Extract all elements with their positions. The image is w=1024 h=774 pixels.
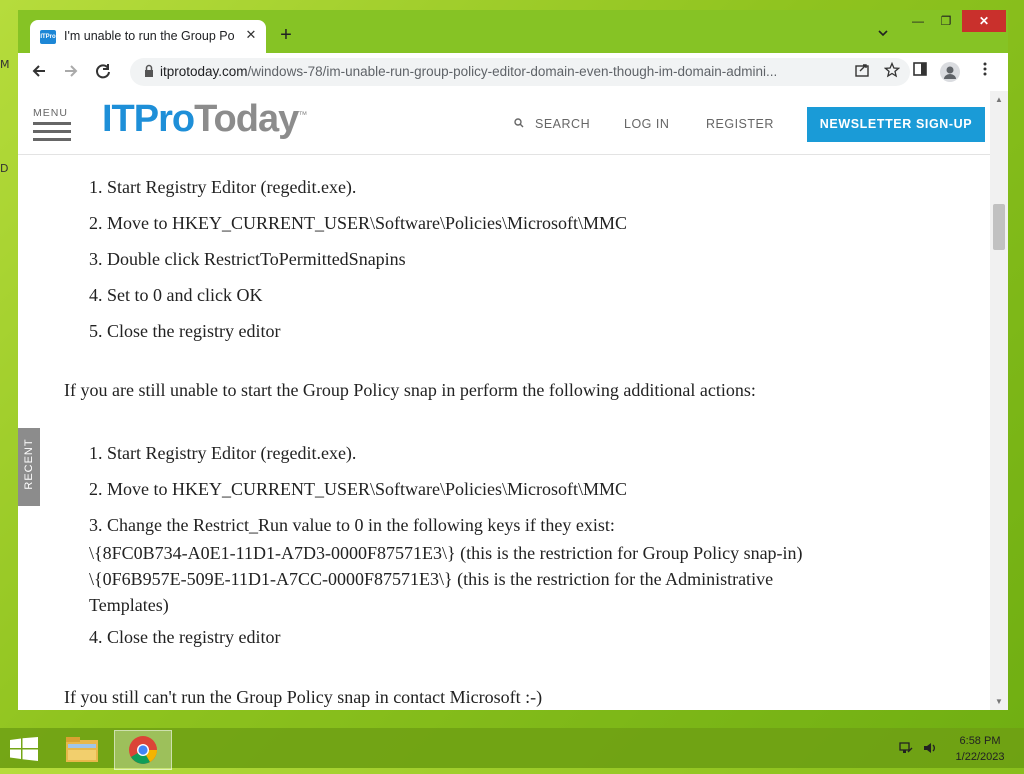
recent-label: RECENT <box>23 438 35 490</box>
more-menu-icon[interactable] <box>974 61 996 83</box>
clock-date: 1/22/2023 <box>955 751 1005 763</box>
scrollbar-thumb[interactable] <box>993 204 1005 250</box>
new-tab-button[interactable]: + <box>276 25 296 45</box>
desktop-icon-label-m: M <box>0 58 10 71</box>
list-item: 2. Move to HKEY_CURRENT_USER\Software\Po… <box>89 479 627 499</box>
article-body: 1. Start Registry Editor (regedit.exe). … <box>18 91 990 710</box>
url-path: /windows-78/im-unable-run-group-policy-e… <box>247 64 778 79</box>
tab-strip: ITPro I'm unable to run the Group Policy… <box>18 10 1008 54</box>
list-item: 1. Start Registry Editor (regedit.exe). <box>89 177 357 197</box>
register-link[interactable]: REGISTER <box>706 117 774 131</box>
back-icon[interactable] <box>28 61 50 83</box>
file-explorer-icon[interactable] <box>54 730 110 768</box>
address-bar[interactable]: itprotoday.com/windows-78/im-unable-run-… <box>130 58 910 86</box>
menu-label[interactable]: MENU <box>33 107 68 119</box>
taskbar: 6:58 PM 1/22/2023 <box>0 728 1024 770</box>
search-icon[interactable] <box>514 118 524 128</box>
scroll-down-icon[interactable]: ▼ <box>995 697 1003 706</box>
share-icon[interactable] <box>852 62 872 82</box>
tab-title: I'm unable to run the Group Policy Edito… <box>64 29 234 43</box>
lock-icon[interactable] <box>142 64 156 78</box>
list-item: 3. Change the Restrict_Run value to 0 in… <box>89 515 615 535</box>
system-clock[interactable]: 6:58 PM 1/22/2023 <box>944 733 1016 765</box>
logo-trademark: ™ <box>298 109 307 120</box>
site-favicon-icon: ITPro <box>40 30 56 44</box>
reload-icon[interactable] <box>92 61 114 83</box>
desktop-icon-label-d: D <box>0 162 9 175</box>
search-link[interactable]: SEARCH <box>535 117 590 131</box>
chrome-icon[interactable] <box>114 730 172 770</box>
site-logo[interactable]: ITProToday™ <box>102 98 307 141</box>
logo-part-b: Today <box>194 98 299 140</box>
paragraph: If you are still unable to start the Gro… <box>64 380 756 400</box>
browser-window: ITPro I'm unable to run the Group Policy… <box>18 10 1008 710</box>
close-window-button[interactable]: ✕ <box>962 10 1006 32</box>
list-item: 5. Close the registry editor <box>89 321 281 341</box>
registry-key-line: \{0F6B957E-509E-11D1-A7CC-0000F87571E3\}… <box>89 569 774 589</box>
scroll-up-icon[interactable]: ▲ <box>995 95 1003 104</box>
web-page: 1. Start Registry Editor (regedit.exe). … <box>18 91 990 710</box>
newsletter-signup-button[interactable]: NEWSLETTER SIGN-UP <box>807 107 985 142</box>
clock-time: 6:58 PM <box>959 735 1001 747</box>
profile-icon[interactable] <box>940 62 960 82</box>
network-icon[interactable] <box>898 740 914 756</box>
list-item: 4. Set to 0 and click OK <box>89 285 263 305</box>
page-scrollbar[interactable]: ▲ ▼ <box>990 91 1008 710</box>
tab-active[interactable]: ITPro I'm unable to run the Group Policy… <box>30 20 266 54</box>
list-item: 4. Close the registry editor <box>89 627 281 647</box>
hamburger-menu-icon[interactable] <box>33 122 71 141</box>
list-item: 3. Double click RestrictToPermittedSnapi… <box>89 249 406 269</box>
minimize-button[interactable]: — <box>906 10 930 32</box>
recent-side-tab[interactable]: RECENT <box>18 428 40 506</box>
url-host: itprotoday.com <box>160 64 248 79</box>
list-item: 1. Start Registry Editor (regedit.exe). <box>89 443 357 463</box>
side-panel-icon[interactable] <box>909 61 931 83</box>
paragraph: If you still can't run the Group Policy … <box>64 687 543 707</box>
site-header: MENU ITProToday™ SEARCH LOG IN REGISTER … <box>18 91 990 155</box>
maximize-button[interactable]: ❐ <box>934 10 958 32</box>
tab-close-icon[interactable]: ✕ <box>242 26 260 44</box>
browser-toolbar: itprotoday.com/windows-78/im-unable-run-… <box>18 53 1008 91</box>
tab-search-chevron-icon[interactable] <box>874 26 892 44</box>
registry-key-line: \{8FC0B734-A0E1-11D1-A7D3-0000F87571E3\}… <box>89 543 803 563</box>
star-icon[interactable] <box>882 61 902 82</box>
forward-icon[interactable] <box>60 61 82 83</box>
logo-part-a: ITPro <box>102 98 195 140</box>
registry-key-line: Templates) <box>89 595 169 615</box>
login-link[interactable]: LOG IN <box>624 117 669 131</box>
windows-start-icon[interactable] <box>10 737 38 761</box>
volume-icon[interactable] <box>922 740 938 756</box>
url-text[interactable]: itprotoday.com/windows-78/im-unable-run-… <box>160 64 840 79</box>
list-item: 2. Move to HKEY_CURRENT_USER\Software\Po… <box>89 213 627 233</box>
